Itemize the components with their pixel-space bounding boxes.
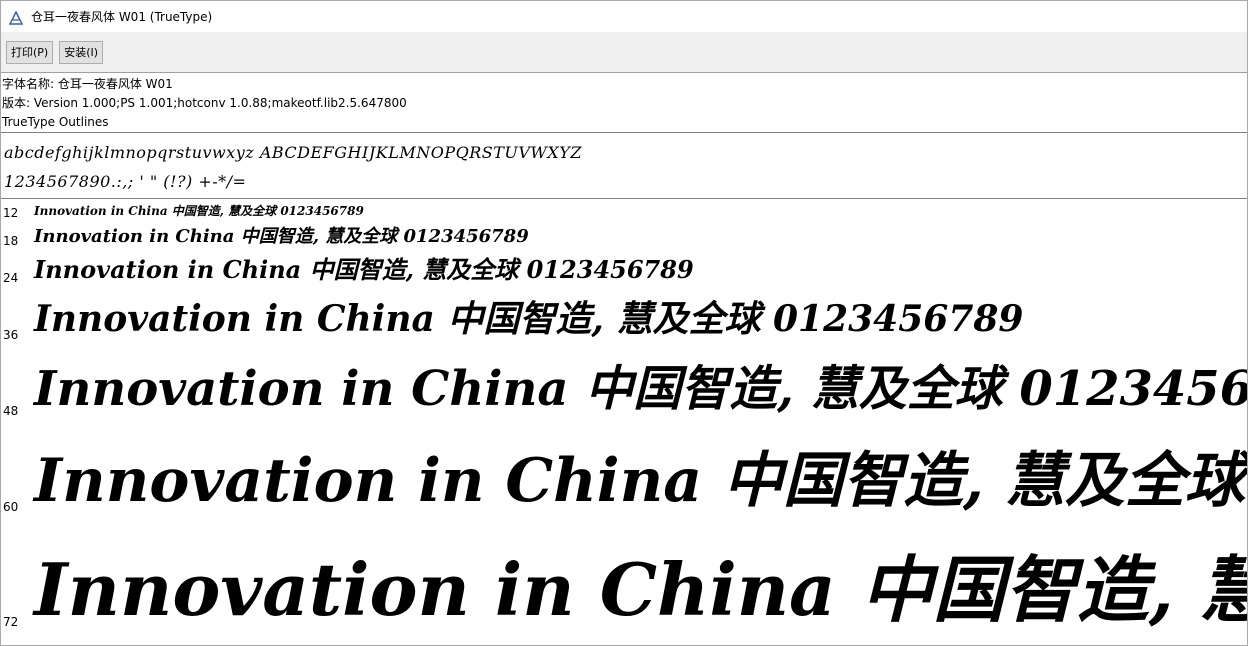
font-version-line: 版本: Version 1.000;PS 1.001;hotconv 1.0.8… <box>2 96 407 110</box>
window-title: 仓耳一夜春风体 W01 (TrueType) <box>31 10 213 24</box>
sample-size-label: 48 <box>3 404 19 418</box>
sample-text-36: Innovation in China 中国智造, 慧及全球 012345678… <box>34 298 1024 340</box>
font-app-icon <box>8 9 24 25</box>
sample-text-48: Innovation in China 中国智造, 慧及全球 012345678… <box>34 361 1247 417</box>
charset-letters: abcdefghijklmnopqrstuvwxyz ABCDEFGHIJKLM… <box>4 143 582 162</box>
sample-text-12: Innovation in China 中国智造, 慧及全球 012345678… <box>34 204 364 218</box>
font-outline-type: TrueType Outlines <box>2 115 109 129</box>
install-button[interactable]: 安装(I) <box>59 40 104 64</box>
sample-text-18: Innovation in China 中国智造, 慧及全球 012345678… <box>34 226 529 247</box>
sample-text-72: Innovation in China 中国智造, 慧及全球 012345678… <box>34 547 1247 632</box>
sample-size-label: 72 <box>3 615 19 629</box>
sample-text-24: Innovation in China 中国智造, 慧及全球 012345678… <box>34 255 694 284</box>
font-info-panel: 字体名称: 仓耳一夜春风体 W01 版本: Version 1.000;PS 1… <box>1 73 1247 133</box>
sample-size-label: 36 <box>3 328 19 342</box>
sample-size-label: 24 <box>3 271 19 285</box>
sample-size-label: 18 <box>3 234 19 248</box>
print-button[interactable]: 打印(P) <box>6 40 54 64</box>
toolbar: 打印(P) 安装(I) <box>1 32 1247 73</box>
sample-size-label: 12 <box>3 206 19 220</box>
character-set-preview: abcdefghijklmnopqrstuvwxyz ABCDEFGHIJKLM… <box>1 133 1247 199</box>
font-name-line: 字体名称: 仓耳一夜春风体 W01 <box>2 77 173 91</box>
title-bar: 仓耳一夜春风体 W01 (TrueType) <box>1 1 1247 32</box>
sample-text-60: Innovation in China 中国智造, 慧及全球 012345678… <box>34 446 1247 516</box>
charset-digits-symbols: 1234567890.:,; ' " (!?) +-*/= <box>4 172 247 191</box>
size-samples-panel: 12 Innovation in China 中国智造, 慧及全球 012345… <box>1 199 1247 643</box>
font-viewer-window: 仓耳一夜春风体 W01 (TrueType) 打印(P) 安装(I) 字体名称:… <box>0 0 1248 646</box>
sample-size-label: 60 <box>3 500 19 514</box>
